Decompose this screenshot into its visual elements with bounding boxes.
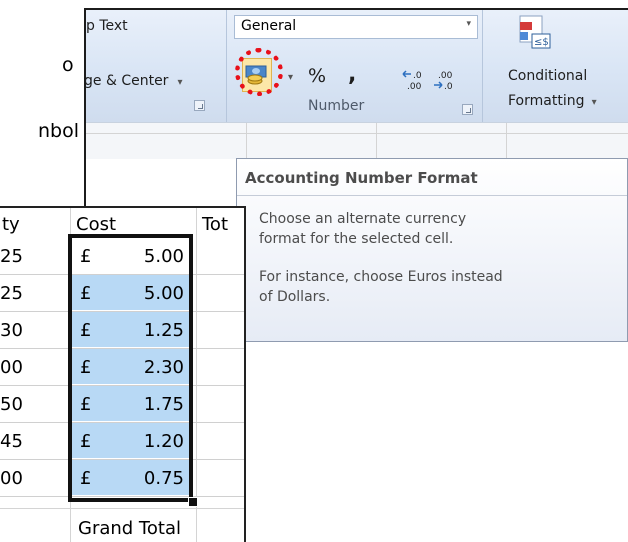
highlight-circle-annotation bbox=[235, 48, 283, 96]
header-cost[interactable]: Cost bbox=[76, 214, 116, 235]
quantity-cell[interactable]: 30 bbox=[0, 320, 23, 341]
worksheet-area bbox=[86, 122, 628, 159]
gridline bbox=[86, 133, 628, 134]
svg-text:.00: .00 bbox=[407, 82, 422, 92]
screen-tip: Accounting Number Format Choose an alter… bbox=[236, 158, 628, 342]
chevron-down-icon[interactable]: ▾ bbox=[466, 19, 471, 29]
decrease-decimal-icon: .00 .0 bbox=[434, 71, 453, 92]
group-separator bbox=[226, 10, 227, 122]
group-separator bbox=[482, 10, 483, 122]
number-dialog-launcher-icon[interactable] bbox=[462, 104, 473, 115]
merge-dropdown-arrow-icon[interactable]: ▾ bbox=[178, 77, 183, 88]
quantity-cell[interactable]: 00 bbox=[0, 468, 23, 489]
quantity-cell[interactable]: 00 bbox=[0, 357, 23, 378]
gridline bbox=[506, 123, 507, 159]
quantity-cell[interactable]: 45 bbox=[0, 431, 23, 452]
percent-style-button[interactable]: % bbox=[308, 65, 326, 87]
svg-text:.00: .00 bbox=[438, 71, 453, 81]
quantity-cell[interactable]: 50 bbox=[0, 394, 23, 415]
gridline bbox=[376, 123, 377, 159]
grand-total-label: Grand Total bbox=[78, 518, 181, 539]
doc-text-fragment-2: nbol bbox=[38, 120, 80, 142]
decrease-decimal-button[interactable]: .00 .0 bbox=[432, 68, 458, 92]
tooltip-line: format for the selected cell. bbox=[259, 231, 454, 247]
conditional-formatting-icon[interactable]: ≤$ bbox=[518, 12, 554, 52]
conditional-formatting-button[interactable]: Formatting ▾ bbox=[508, 90, 597, 109]
accounting-dropdown-arrow-icon[interactable]: ▾ bbox=[288, 72, 293, 83]
conditional-dropdown-arrow-icon[interactable]: ▾ bbox=[592, 97, 597, 108]
ribbon-home-tab: p Text ge & Center ▾ General ▾ ▾ % , .0 bbox=[84, 10, 628, 138]
quantity-cell[interactable]: 25 bbox=[0, 283, 23, 304]
tooltip-line: For instance, choose Euros instead bbox=[259, 269, 503, 285]
merge-center-button[interactable]: ge & Center ▾ bbox=[84, 70, 183, 89]
increase-decimal-button[interactable]: .0 .00 bbox=[402, 68, 428, 92]
merge-center-label: ge & Center bbox=[84, 73, 169, 89]
fill-handle[interactable] bbox=[188, 497, 198, 507]
tooltip-line: Choose an alternate currency bbox=[259, 211, 467, 227]
comma-style-button[interactable]: , bbox=[348, 62, 356, 87]
wrap-text-button[interactable]: p Text bbox=[86, 18, 128, 34]
conditional-formatting-label-2: Formatting bbox=[508, 93, 585, 109]
gridline bbox=[246, 123, 247, 159]
svg-text:≤$: ≤$ bbox=[534, 37, 549, 48]
number-group-label: Number bbox=[308, 98, 365, 114]
gridline bbox=[0, 508, 244, 509]
tooltip-line: of Dollars. bbox=[259, 289, 331, 305]
svg-text:.0: .0 bbox=[413, 71, 422, 81]
alignment-dialog-launcher-icon[interactable] bbox=[194, 100, 205, 111]
spreadsheet-panel: ty Cost Tot 25 £5.00 25 £5.00 30 £1.25 00 £2.30… bbox=[0, 206, 246, 542]
quantity-cell[interactable]: 25 bbox=[0, 246, 23, 267]
tooltip-title: Accounting Number Format bbox=[245, 169, 478, 187]
increase-decimal-icon: .0 .00 bbox=[402, 70, 422, 92]
number-format-value: General bbox=[241, 18, 297, 34]
cell-selection-border bbox=[68, 234, 193, 502]
tooltip-divider bbox=[237, 195, 627, 196]
svg-text:.0: .0 bbox=[444, 82, 453, 92]
doc-text-fragment-1: o bbox=[62, 54, 74, 76]
header-quantity[interactable]: ty bbox=[2, 214, 20, 235]
number-format-dropdown[interactable]: General ▾ bbox=[234, 15, 478, 39]
conditional-formatting-label-1[interactable]: Conditional bbox=[508, 68, 587, 84]
header-total[interactable]: Tot bbox=[202, 214, 228, 235]
